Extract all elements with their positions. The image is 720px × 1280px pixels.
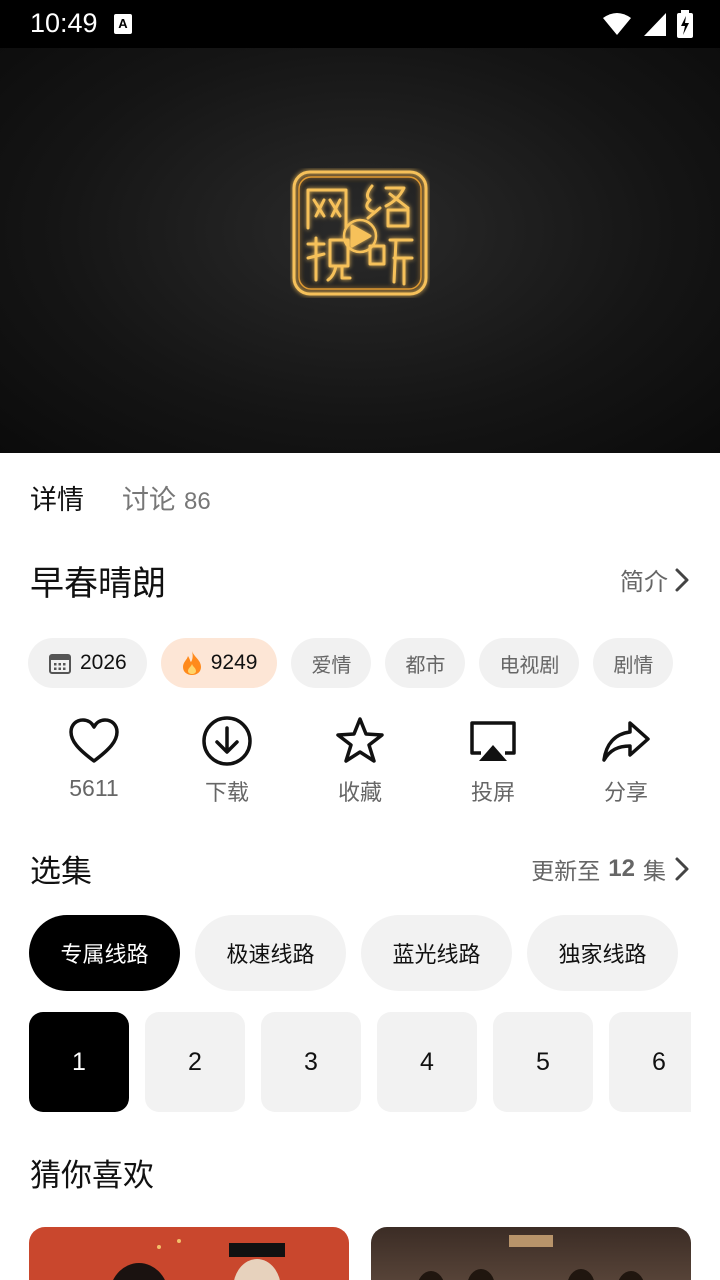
genre-tag-drama[interactable]: 剧情 (593, 638, 674, 688)
year-label: 2026 (80, 651, 127, 674)
tab-details[interactable]: 详情 (30, 478, 84, 517)
like-count: 5611 (69, 775, 119, 801)
detail-tabs: 详情 讨论 86 (30, 478, 211, 517)
chevron-right-icon (675, 857, 689, 881)
favorite-button[interactable]: 收藏 (294, 715, 426, 807)
like-button[interactable]: 5611 (28, 715, 160, 807)
download-icon (202, 716, 252, 766)
route-fast-button[interactable]: 极速线路 (195, 915, 346, 991)
tag-row: 2026 9249 爱情 都市 电视剧 剧情 (28, 638, 674, 688)
episode-button-2[interactable]: 2 (145, 1012, 245, 1112)
star-icon (336, 717, 384, 763)
genre-tag-urban[interactable]: 都市 (385, 638, 466, 688)
airplay-cast-icon (470, 721, 516, 761)
action-row: 5611 下载 收藏 投屏 分享 (28, 715, 692, 807)
recommend-list (29, 1227, 691, 1280)
genre-tag-tv-series[interactable]: 电视剧 (479, 638, 580, 688)
wifi-icon (603, 13, 631, 35)
download-label: 下载 (204, 781, 249, 806)
recommend-card-2[interactable] (371, 1227, 691, 1280)
battery-charging-icon (677, 10, 693, 38)
share-arrow-icon (602, 721, 650, 762)
episode-list[interactable]: 1 2 3 4 5 6 (29, 1012, 691, 1112)
route-bluray-button[interactable]: 蓝光线路 (361, 915, 512, 991)
update-episode-count: 12 (608, 855, 635, 882)
episode-button-4[interactable]: 4 (377, 1012, 477, 1112)
chevron-right-icon (675, 568, 689, 591)
show-title: 早春晴朗 (30, 564, 166, 604)
notification-a-icon: A (114, 14, 132, 34)
status-bar: 10:49 A (0, 0, 720, 48)
update-suffix: 集 (643, 859, 666, 885)
share-label: 分享 (603, 781, 648, 806)
status-icons (602, 10, 694, 38)
heat-label: 9249 (210, 651, 258, 674)
episode-button-6[interactable]: 6 (609, 1012, 691, 1112)
tab-discussion-label: 讨论 (122, 485, 176, 516)
update-prefix: 更新至 (531, 859, 601, 885)
route-unique-button[interactable]: 独家线路 (527, 915, 678, 991)
route-exclusive-button[interactable]: 专属线路 (29, 915, 180, 991)
cast-button[interactable]: 投屏 (427, 715, 559, 807)
heart-icon (69, 718, 119, 763)
tab-discussion[interactable]: 讨论 86 (122, 478, 211, 517)
recommend-section-title: 猜你喜欢 (30, 1158, 154, 1194)
heat-tag[interactable]: 9249 (160, 638, 278, 688)
status-time: 10:49 (30, 8, 98, 38)
poster-thumbnail (113, 1239, 285, 1280)
brand-seal-logo (292, 170, 428, 296)
year-tag[interactable]: 2026 (28, 638, 147, 688)
episode-button-3[interactable]: 3 (261, 1012, 361, 1112)
signal-icon (644, 13, 666, 36)
intro-label: 简介 (620, 568, 668, 596)
recommend-card-1[interactable] (29, 1227, 349, 1280)
genre-tag-romance[interactable]: 爱情 (291, 638, 372, 688)
discussion-count: 86 (184, 488, 211, 515)
poster-thumbnail (418, 1235, 644, 1280)
update-status-button[interactable]: 更新至 12 集 (531, 852, 690, 886)
intro-button[interactable]: 简介 (620, 562, 690, 597)
episode-button-1[interactable]: 1 (29, 1012, 129, 1112)
episode-button-5[interactable]: 5 (493, 1012, 593, 1112)
video-player[interactable] (0, 48, 720, 453)
share-button[interactable]: 分享 (560, 715, 692, 807)
flame-icon (182, 651, 201, 675)
episodes-section-title: 选集 (30, 854, 92, 890)
favorite-label: 收藏 (337, 781, 382, 806)
download-button[interactable]: 下载 (161, 715, 293, 807)
route-selector: 专属线路 极速线路 蓝光线路 独家线路 (29, 915, 678, 991)
calendar-icon (49, 654, 71, 674)
cast-label: 投屏 (470, 781, 515, 806)
